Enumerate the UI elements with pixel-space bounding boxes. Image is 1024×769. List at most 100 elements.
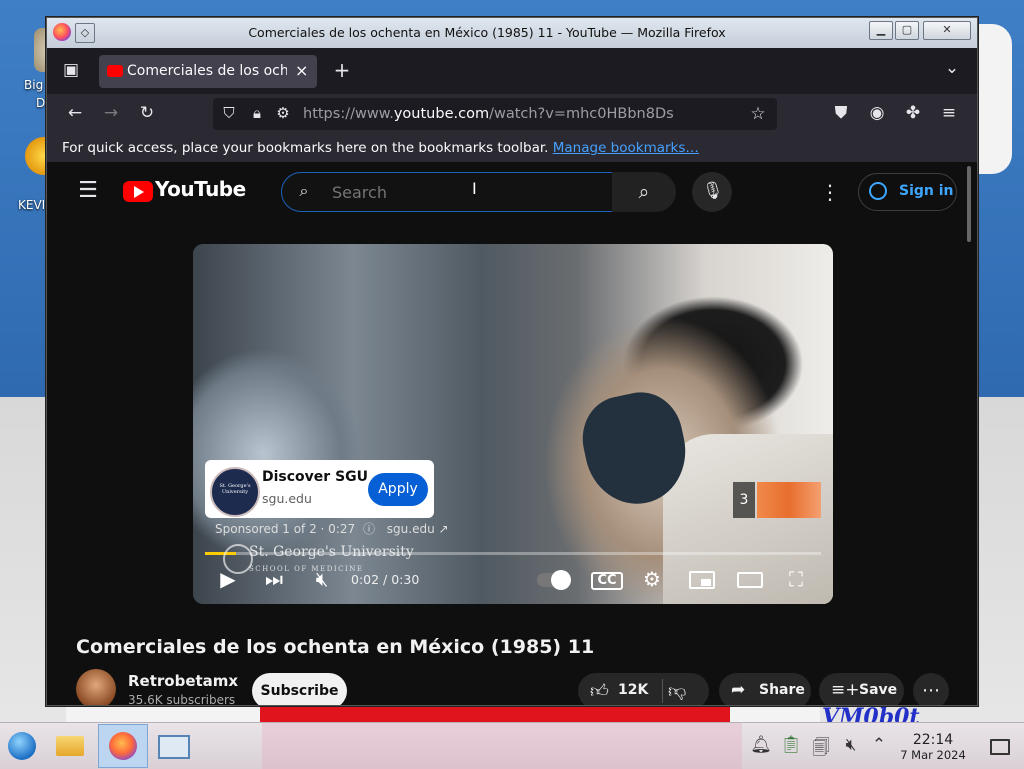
firefox-app-icon[interactable] (53, 23, 71, 41)
desktop-icon-label: Big (24, 78, 44, 92)
miniplayer-icon[interactable] (689, 571, 715, 589)
like-divider (662, 679, 663, 703)
new-tab-button[interactable]: + (331, 58, 353, 82)
notification-bell-icon[interactable]: 🔔︎ (750, 735, 772, 755)
show-desktop-icon[interactable] (990, 739, 1010, 755)
forward-arrow-icon[interactable]: → (99, 103, 123, 123)
ad-sponsor-link[interactable]: sgu.edu (387, 522, 435, 536)
share-button[interactable]: ➦ Share (719, 673, 811, 705)
maximize-button[interactable]: ▢ (895, 21, 919, 40)
info-icon[interactable]: ⓘ (363, 522, 375, 536)
sign-in-label: Sign in (899, 183, 954, 199)
system-monitor-icon[interactable] (152, 726, 192, 766)
bookmark-star-icon[interactable]: ☆ (747, 104, 769, 124)
youtube-logo-icon[interactable] (123, 181, 153, 202)
ad-card[interactable]: St. George's University Discover SGU sgu… (205, 460, 434, 518)
search-button[interactable]: ⌕ (612, 172, 676, 212)
guide-menu-icon[interactable]: ☰ (75, 178, 101, 203)
firefox-view-icon[interactable]: ▣ (59, 60, 83, 80)
url-text[interactable]: https://www.youtube.com/watch?v=mhc0HBbn… (303, 106, 674, 122)
more-actions-icon[interactable]: ⋯ (913, 673, 949, 705)
bookmarks-toolbar: For quick access, place your bookmarks h… (47, 134, 977, 162)
start-menu-icon[interactable] (2, 726, 42, 766)
channel-avatar[interactable] (76, 669, 116, 705)
captions-icon[interactable]: CC (591, 572, 623, 590)
volume-muted-icon[interactable]: 🔇︎ (309, 567, 335, 591)
ad-title: Discover SGU (262, 469, 369, 485)
minimize-button[interactable]: ▁ (869, 21, 893, 40)
ad-info: Sponsored 1 of 2 · 0:27 ⓘ sgu.edu ↗ (215, 520, 449, 537)
url-bar[interactable]: ⛉ 🔒︎ ⚙ https://www.youtube.com/watch?v=m… (213, 98, 777, 130)
settings-gear-icon[interactable]: ⚙ (639, 567, 665, 591)
external-link-icon: ↗ (438, 522, 449, 536)
tab-youtube[interactable]: Comerciales de los ochenta × (99, 55, 317, 88)
extensions-icon[interactable]: ✤ (901, 103, 925, 123)
page-scrollbar[interactable] (967, 166, 971, 242)
save-button[interactable]: ≡+ Save (819, 673, 904, 705)
search-box[interactable]: ⌕ I (281, 172, 613, 212)
theater-mode-icon[interactable] (737, 572, 763, 588)
start-orb-icon (8, 732, 36, 760)
volume-muted-tray-icon[interactable]: 🔇︎ (840, 735, 862, 755)
sign-in-button[interactable]: Sign in (858, 173, 957, 211)
clock-date[interactable]: 7 Mar 2024 (893, 748, 973, 762)
reload-icon[interactable]: ↻ (135, 103, 159, 123)
back-arrow-icon[interactable]: ← (63, 103, 87, 123)
thumbs-down-icon[interactable]: 👎︎ (668, 680, 686, 702)
clock-time[interactable]: 22:14 (893, 732, 973, 748)
subscribe-button[interactable]: Subscribe (252, 673, 347, 705)
autoplay-knob-icon (551, 570, 571, 590)
clipboard-icon[interactable]: 📋︎ (780, 735, 802, 755)
bookmarks-hint: For quick access, place your bookmarks h… (62, 140, 549, 156)
ad-apply-button[interactable]: Apply (368, 473, 428, 506)
thumbs-up-icon: 👍︎ (590, 681, 609, 702)
background-sticker (972, 24, 1012, 174)
taskbar-firefox-button[interactable] (98, 724, 148, 768)
fullscreen-icon[interactable]: ⛶ (783, 567, 809, 591)
window-title: Comerciales de los ochenta en México (19… (248, 25, 726, 40)
more-options-icon[interactable]: ⋮ (817, 180, 843, 204)
video-watermark: St. George's University (249, 544, 414, 560)
text-cursor-icon: I (472, 179, 477, 198)
share-label: Share (759, 682, 805, 698)
tracking-shield-icon[interactable]: ⛉ (219, 104, 239, 122)
sgu-logo-text: St. George's University (219, 483, 251, 495)
permissions-icon[interactable]: ⚙ (273, 104, 293, 122)
search-input[interactable] (330, 181, 604, 203)
battery-manager-icon[interactable]: 🗐 (810, 735, 832, 764)
window-titlebar[interactable]: ◇ Comerciales de los ochenta en México (… (47, 18, 977, 48)
manage-bookmarks-link[interactable]: Manage bookmarks… (553, 140, 699, 156)
youtube-logo-text[interactable]: YouTube (155, 177, 246, 201)
ad-domain: sgu.edu (262, 491, 312, 506)
next-icon[interactable]: ⏭ (261, 567, 287, 591)
youtube-page: ☰ YouTube ⌕ I ⌕ 🎙︎ ⋮ Sign in S (47, 162, 977, 705)
autoplay-toggle[interactable] (537, 570, 571, 590)
pocket-icon[interactable]: ⛊ (829, 103, 853, 123)
desktop-icon-label-2: D (36, 96, 46, 110)
play-icon[interactable]: ▶ (215, 567, 241, 591)
tray-expand-icon[interactable]: ⌃ (868, 735, 890, 755)
video-player[interactable]: St. George's University Discover SGU sgu… (193, 244, 833, 604)
close-window-button[interactable]: ✕ (923, 21, 971, 40)
video-title: Comerciales de los ochenta en México (19… (76, 636, 595, 658)
channel-name[interactable]: Retrobetamx (128, 672, 238, 690)
voice-search-button[interactable]: 🎙︎ (692, 172, 732, 212)
ad-sponsored-label: Sponsored 1 of 2 · 0:27 (215, 522, 356, 536)
miniplayer-inner-icon (701, 579, 711, 586)
tab-bar: ▣ Comerciales de los ochenta × + ⌄ (47, 48, 977, 94)
list-all-tabs-icon[interactable]: ⌄ (941, 58, 963, 78)
next-ad-thumbnail[interactable] (757, 482, 821, 518)
menu-hamburger-icon[interactable]: ≡ (937, 103, 961, 123)
firefox-taskbar-icon (109, 732, 137, 760)
window-menu-icon[interactable]: ◇ (75, 23, 95, 43)
account-icon[interactable]: ◉ (865, 103, 889, 123)
file-manager-icon[interactable] (50, 726, 90, 766)
monitor-icon (158, 735, 190, 759)
like-count: 12K (618, 682, 649, 698)
lock-icon[interactable]: 🔒︎ (247, 104, 267, 122)
firefox-window: ◇ Comerciales de los ochenta en México (… (46, 17, 978, 706)
like-dislike-group: 👍︎ 12K 👎︎ (578, 673, 709, 705)
tab-close-icon[interactable]: × (295, 61, 308, 80)
like-button[interactable]: 👍︎ 12K (578, 673, 662, 705)
url-prefix: https://www. (303, 106, 394, 122)
